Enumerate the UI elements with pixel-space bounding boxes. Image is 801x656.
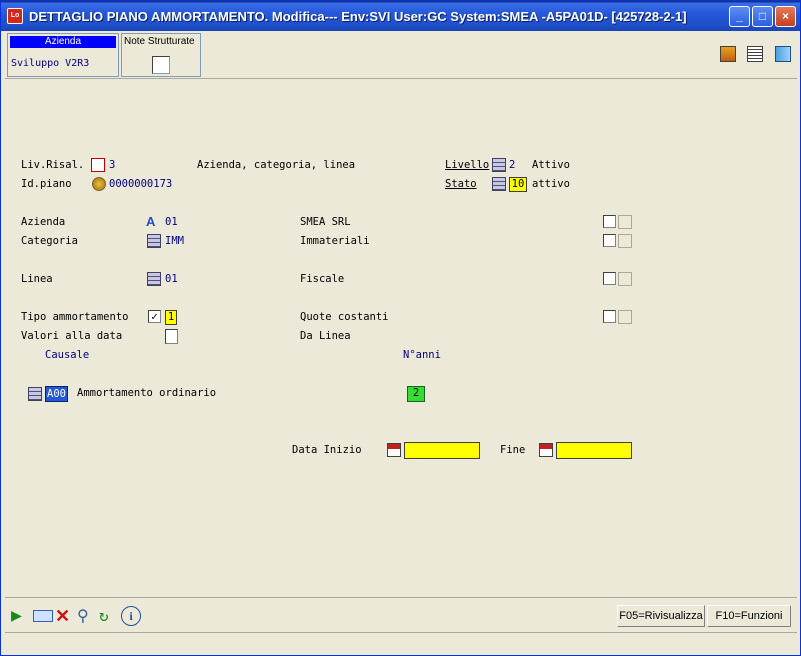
nanni-column-header: N°anni (403, 349, 441, 361)
liv-risal-desc: Azienda, categoria, linea (197, 159, 356, 171)
vm-icon[interactable] (91, 158, 105, 172)
search-icon[interactable]: ⚲ (77, 606, 97, 626)
azienda-a-icon[interactable]: A (146, 214, 155, 229)
azienda-value: 01 (165, 216, 178, 228)
data-inizio-field[interactable] (404, 442, 480, 459)
causale-desc: Ammortamento ordinario (77, 387, 217, 399)
livello-label[interactable]: Livello (445, 159, 489, 171)
maximize-button[interactable]: □ (752, 6, 773, 27)
window-title: DETTAGLIO PIANO AMMORTAMENTO. Modifica--… (29, 9, 687, 24)
liv-risal-label: Liv.Risal. (21, 159, 85, 171)
linea-select-button[interactable] (618, 272, 632, 286)
livello-grid-icon[interactable] (492, 158, 506, 172)
livello-desc: Attivo (532, 159, 570, 171)
status-bar (5, 632, 797, 650)
client-area: Azienda Sviluppo V2R3 Note Strutturate L… (5, 31, 797, 653)
linea-desc: Fiscale (300, 273, 345, 285)
categoria-select-button[interactable] (618, 234, 632, 248)
causale-code[interactable]: A00 (45, 386, 68, 402)
id-piano-label: Id.piano (21, 178, 72, 190)
azienda-header: Azienda (10, 36, 116, 48)
toolbar-icons (718, 46, 791, 66)
document-icon[interactable] (747, 46, 764, 62)
fine-label: Fine (500, 444, 526, 456)
stato-grid-icon[interactable] (492, 177, 506, 191)
categoria-checkbox[interactable] (603, 234, 616, 247)
azienda-select-button[interactable] (618, 215, 632, 229)
refresh-icon[interactable]: ↻ (99, 606, 119, 626)
livello-value: 2 (509, 159, 516, 171)
stato-label[interactable]: Stato (445, 178, 477, 190)
minimize-button[interactable]: _ (729, 6, 750, 27)
tipo-ammortamento-label: Tipo ammortamento (21, 311, 129, 323)
azienda-desc: SMEA SRL (300, 216, 351, 228)
azienda-checkbox[interactable] (603, 215, 616, 228)
valori-data-desc: Da Linea (300, 330, 351, 342)
note-strutturate-panel: Note Strutturate (121, 33, 201, 77)
play-icon[interactable]: ▶ (11, 606, 31, 626)
tipo-checkbox[interactable] (603, 310, 616, 323)
calendar-icon[interactable] (539, 443, 553, 457)
tipo-ammortamento-desc: Quote costanti (300, 311, 389, 323)
stato-field[interactable]: 10 (509, 177, 527, 192)
linea-value: 01 (165, 273, 178, 285)
eraser-icon[interactable] (33, 610, 53, 622)
azienda-panel: Azienda Sviluppo V2R3 (7, 33, 119, 77)
valori-data-label: Valori alla data (21, 330, 123, 342)
causale-column-header: Causale (45, 349, 90, 361)
linea-grid-icon[interactable] (147, 272, 161, 286)
f10-button[interactable]: F10=Funzioni (707, 605, 791, 627)
azienda-value: Sviluppo V2R3 (11, 58, 90, 69)
tipo-select-button[interactable] (618, 310, 632, 324)
main-window: Lo DETTAGLIO PIANO AMMORTAMENTO. Modific… (0, 0, 801, 656)
minimize-icon: _ (736, 9, 743, 23)
categoria-value: IMM (165, 235, 184, 247)
tipo-checkmark-icon[interactable]: ✓ (148, 310, 161, 323)
delete-icon[interactable]: ✕ (55, 606, 75, 626)
coin-icon[interactable] (92, 177, 106, 191)
close-button[interactable]: × (775, 6, 796, 27)
categoria-label: Categoria (21, 235, 78, 247)
app-icon: Lo (7, 8, 23, 24)
top-panel: Azienda Sviluppo V2R3 Note Strutturate (5, 31, 797, 79)
command-bar: ▶ ✕ ⚲ ↻ i F05=Rivisualizza F10=Funzioni (5, 597, 797, 631)
note-strutturate-checkbox[interactable] (152, 56, 170, 74)
linea-checkbox[interactable] (603, 272, 616, 285)
id-piano-value: 0000000173 (109, 178, 173, 190)
nanni-field[interactable]: 2 (407, 386, 425, 402)
monitor-icon[interactable] (719, 46, 736, 62)
book-icon[interactable] (775, 46, 791, 62)
liv-risal-value: 3 (109, 159, 116, 171)
stato-desc: attivo (532, 178, 570, 190)
data-inizio-label: Data Inizio (292, 444, 362, 456)
categoria-grid-icon[interactable] (147, 234, 161, 248)
fine-field[interactable] (556, 442, 632, 459)
valori-data-field[interactable] (165, 329, 178, 344)
azienda-label: Azienda (21, 216, 66, 228)
tipo-ammortamento-field[interactable]: 1 (165, 310, 177, 325)
title-bar[interactable]: Lo DETTAGLIO PIANO AMMORTAMENTO. Modific… (1, 1, 800, 31)
info-icon[interactable]: i (121, 606, 141, 626)
note-strutturate-label: Note Strutturate (124, 36, 195, 47)
close-icon: × (781, 9, 789, 23)
calendar-icon[interactable] (387, 443, 401, 457)
f05-button[interactable]: F05=Rivisualizza (617, 605, 705, 627)
maximize-icon: □ (758, 9, 767, 23)
causale-grid-icon[interactable] (28, 387, 42, 401)
linea-label: Linea (21, 273, 53, 285)
categoria-desc: Immateriali (300, 235, 370, 247)
